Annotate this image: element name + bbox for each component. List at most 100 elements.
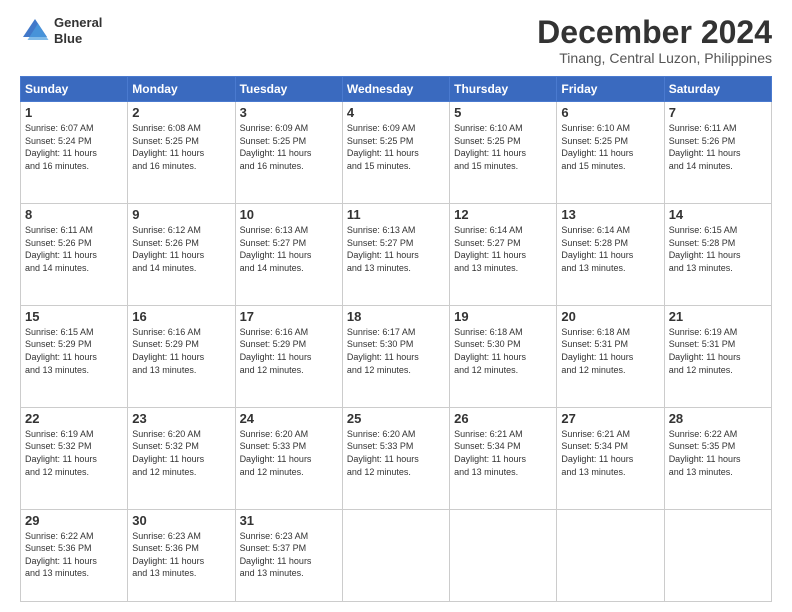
day-info: Sunrise: 6:09 AMSunset: 5:25 PMDaylight:… bbox=[240, 122, 338, 172]
weekday-header-wednesday: Wednesday bbox=[342, 77, 449, 102]
calendar-cell: 19 Sunrise: 6:18 AMSunset: 5:30 PMDayligh… bbox=[450, 305, 557, 407]
calendar-cell: 18 Sunrise: 6:17 AMSunset: 5:30 PMDayligh… bbox=[342, 305, 449, 407]
calendar-cell: 31 Sunrise: 6:23 AMSunset: 5:37 PMDayligh… bbox=[235, 509, 342, 601]
day-info: Sunrise: 6:22 AMSunset: 5:35 PMDaylight:… bbox=[669, 428, 767, 478]
day-info: Sunrise: 6:23 AMSunset: 5:37 PMDaylight:… bbox=[240, 530, 338, 580]
day-number: 21 bbox=[669, 309, 767, 324]
calendar-cell: 1 Sunrise: 6:07 AMSunset: 5:24 PMDaylight… bbox=[21, 102, 128, 204]
day-number: 3 bbox=[240, 105, 338, 120]
day-info: Sunrise: 6:23 AMSunset: 5:36 PMDaylight:… bbox=[132, 530, 230, 580]
day-number: 10 bbox=[240, 207, 338, 222]
day-info: Sunrise: 6:11 AMSunset: 5:26 PMDaylight:… bbox=[669, 122, 767, 172]
day-number: 22 bbox=[25, 411, 123, 426]
calendar-cell: 21 Sunrise: 6:19 AMSunset: 5:31 PMDayligh… bbox=[664, 305, 771, 407]
calendar-cell: 16 Sunrise: 6:16 AMSunset: 5:29 PMDayligh… bbox=[128, 305, 235, 407]
day-number: 9 bbox=[132, 207, 230, 222]
calendar-cell: 27 Sunrise: 6:21 AMSunset: 5:34 PMDayligh… bbox=[557, 407, 664, 509]
calendar-cell: 2 Sunrise: 6:08 AMSunset: 5:25 PMDaylight… bbox=[128, 102, 235, 204]
calendar-cell: 23 Sunrise: 6:20 AMSunset: 5:32 PMDayligh… bbox=[128, 407, 235, 509]
calendar-cell: 15Sunrise: 6:15 AMSunset: 5:29 PMDayligh… bbox=[21, 305, 128, 407]
calendar-cell: 29 Sunrise: 6:22 AMSunset: 5:36 PMDayligh… bbox=[21, 509, 128, 601]
calendar-cell: 26Sunrise: 6:21 AMSunset: 5:34 PMDayligh… bbox=[450, 407, 557, 509]
day-info: Sunrise: 6:08 AMSunset: 5:25 PMDaylight:… bbox=[132, 122, 230, 172]
calendar-cell: 14 Sunrise: 6:15 AMSunset: 5:28 PMDayligh… bbox=[664, 204, 771, 306]
month-title: December 2024 bbox=[537, 15, 772, 50]
calendar-cell: 8Sunrise: 6:11 AMSunset: 5:26 PMDaylight… bbox=[21, 204, 128, 306]
day-number: 31 bbox=[240, 513, 338, 528]
day-info: Sunrise: 6:18 AMSunset: 5:31 PMDaylight:… bbox=[561, 326, 659, 376]
weekday-header-tuesday: Tuesday bbox=[235, 77, 342, 102]
location-title: Tinang, Central Luzon, Philippines bbox=[537, 50, 772, 66]
calendar-table: SundayMondayTuesdayWednesdayThursdayFrid… bbox=[20, 76, 772, 602]
day-number: 13 bbox=[561, 207, 659, 222]
day-number: 23 bbox=[132, 411, 230, 426]
title-block: December 2024 Tinang, Central Luzon, Phi… bbox=[537, 15, 772, 66]
day-number: 2 bbox=[132, 105, 230, 120]
day-info: Sunrise: 6:21 AMSunset: 5:34 PMDaylight:… bbox=[561, 428, 659, 478]
day-info: Sunrise: 6:07 AMSunset: 5:24 PMDaylight:… bbox=[25, 122, 123, 172]
calendar-cell: 3 Sunrise: 6:09 AMSunset: 5:25 PMDaylight… bbox=[235, 102, 342, 204]
calendar-cell bbox=[450, 509, 557, 601]
logo: General Blue bbox=[20, 15, 102, 46]
calendar-cell: 17 Sunrise: 6:16 AMSunset: 5:29 PMDayligh… bbox=[235, 305, 342, 407]
calendar-cell: 7 Sunrise: 6:11 AMSunset: 5:26 PMDaylight… bbox=[664, 102, 771, 204]
day-info: Sunrise: 6:20 AMSunset: 5:32 PMDaylight:… bbox=[132, 428, 230, 478]
weekday-header-thursday: Thursday bbox=[450, 77, 557, 102]
page: General Blue December 2024 Tinang, Centr… bbox=[0, 0, 792, 612]
calendar-cell: 13 Sunrise: 6:14 AMSunset: 5:28 PMDayligh… bbox=[557, 204, 664, 306]
weekday-header-sunday: Sunday bbox=[21, 77, 128, 102]
calendar-cell: 11Sunrise: 6:13 AMSunset: 5:27 PMDayligh… bbox=[342, 204, 449, 306]
day-number: 25 bbox=[347, 411, 445, 426]
day-info: Sunrise: 6:21 AMSunset: 5:34 PMDaylight:… bbox=[454, 428, 552, 478]
day-info: Sunrise: 6:19 AMSunset: 5:31 PMDaylight:… bbox=[669, 326, 767, 376]
day-number: 19 bbox=[454, 309, 552, 324]
calendar-cell: 24 Sunrise: 6:20 AMSunset: 5:33 PMDayligh… bbox=[235, 407, 342, 509]
day-info: Sunrise: 6:16 AMSunset: 5:29 PMDaylight:… bbox=[240, 326, 338, 376]
day-number: 1 bbox=[25, 105, 123, 120]
day-info: Sunrise: 6:19 AMSunset: 5:32 PMDaylight:… bbox=[25, 428, 123, 478]
calendar-cell: 4Sunrise: 6:09 AMSunset: 5:25 PMDaylight… bbox=[342, 102, 449, 204]
weekday-header-saturday: Saturday bbox=[664, 77, 771, 102]
calendar-cell: 22 Sunrise: 6:19 AMSunset: 5:32 PMDayligh… bbox=[21, 407, 128, 509]
weekday-header-friday: Friday bbox=[557, 77, 664, 102]
day-number: 24 bbox=[240, 411, 338, 426]
day-info: Sunrise: 6:20 AMSunset: 5:33 PMDaylight:… bbox=[240, 428, 338, 478]
day-info: Sunrise: 6:14 AMSunset: 5:28 PMDaylight:… bbox=[561, 224, 659, 274]
calendar-cell bbox=[342, 509, 449, 601]
header: General Blue December 2024 Tinang, Centr… bbox=[20, 15, 772, 66]
day-number: 28 bbox=[669, 411, 767, 426]
day-info: Sunrise: 6:14 AMSunset: 5:27 PMDaylight:… bbox=[454, 224, 552, 274]
day-number: 16 bbox=[132, 309, 230, 324]
day-number: 5 bbox=[454, 105, 552, 120]
day-number: 27 bbox=[561, 411, 659, 426]
day-info: Sunrise: 6:22 AMSunset: 5:36 PMDaylight:… bbox=[25, 530, 123, 580]
day-number: 4 bbox=[347, 105, 445, 120]
calendar-cell bbox=[664, 509, 771, 601]
calendar-cell: 25 Sunrise: 6:20 AMSunset: 5:33 PMDayligh… bbox=[342, 407, 449, 509]
day-number: 15 bbox=[25, 309, 123, 324]
day-number: 12 bbox=[454, 207, 552, 222]
calendar-cell: 28 Sunrise: 6:22 AMSunset: 5:35 PMDayligh… bbox=[664, 407, 771, 509]
calendar-cell: 5 Sunrise: 6:10 AMSunset: 5:25 PMDaylight… bbox=[450, 102, 557, 204]
day-number: 30 bbox=[132, 513, 230, 528]
day-number: 20 bbox=[561, 309, 659, 324]
day-number: 18 bbox=[347, 309, 445, 324]
logo-text: General Blue bbox=[54, 15, 102, 46]
day-info: Sunrise: 6:20 AMSunset: 5:33 PMDaylight:… bbox=[347, 428, 445, 478]
day-info: Sunrise: 6:18 AMSunset: 5:30 PMDaylight:… bbox=[454, 326, 552, 376]
calendar-cell: 12 Sunrise: 6:14 AMSunset: 5:27 PMDayligh… bbox=[450, 204, 557, 306]
day-info: Sunrise: 6:16 AMSunset: 5:29 PMDaylight:… bbox=[132, 326, 230, 376]
day-info: Sunrise: 6:10 AMSunset: 5:25 PMDaylight:… bbox=[454, 122, 552, 172]
calendar-cell: 30 Sunrise: 6:23 AMSunset: 5:36 PMDayligh… bbox=[128, 509, 235, 601]
day-number: 7 bbox=[669, 105, 767, 120]
day-number: 11 bbox=[347, 207, 445, 222]
day-number: 14 bbox=[669, 207, 767, 222]
calendar-cell: 10Sunrise: 6:13 AMSunset: 5:27 PMDayligh… bbox=[235, 204, 342, 306]
day-info: Sunrise: 6:17 AMSunset: 5:30 PMDaylight:… bbox=[347, 326, 445, 376]
day-info: Sunrise: 6:15 AMSunset: 5:28 PMDaylight:… bbox=[669, 224, 767, 274]
day-number: 29 bbox=[25, 513, 123, 528]
logo-icon bbox=[20, 16, 50, 46]
day-info: Sunrise: 6:10 AMSunset: 5:25 PMDaylight:… bbox=[561, 122, 659, 172]
day-number: 17 bbox=[240, 309, 338, 324]
day-number: 8 bbox=[25, 207, 123, 222]
